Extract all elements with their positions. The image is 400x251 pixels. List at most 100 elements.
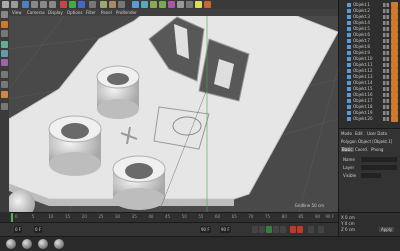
visibility-dots-icon[interactable] (383, 33, 389, 37)
visibility-dots-icon[interactable] (383, 15, 389, 19)
edges-mode-icon[interactable] (1, 50, 8, 57)
material-ball-4[interactable] (54, 239, 64, 249)
timeline-tick: 80 (281, 214, 287, 219)
pen-icon[interactable] (141, 1, 148, 8)
material-tag-icon[interactable] (391, 116, 398, 122)
visibility-dots-icon[interactable] (383, 81, 389, 85)
name-input[interactable] (361, 157, 397, 162)
model-mode-icon[interactable] (1, 21, 8, 28)
menu-cameras[interactable]: Cameras (27, 9, 45, 16)
cylinder-top[interactable] (96, 65, 140, 119)
visibility-dots-icon[interactable] (383, 99, 389, 103)
menu-view[interactable]: View (12, 9, 22, 16)
snap-icon[interactable] (1, 81, 8, 88)
cylinder-left[interactable] (48, 115, 102, 176)
menu-prorender[interactable]: ProRender (116, 9, 137, 16)
menu-filter[interactable]: Filter (86, 9, 96, 16)
visibility-dots-icon[interactable] (383, 57, 389, 61)
visibility-dots-icon[interactable] (383, 87, 389, 91)
menu-panel[interactable]: Panel (101, 9, 112, 16)
rotate-icon[interactable] (49, 1, 56, 8)
record-icon[interactable] (290, 226, 296, 233)
menu-options[interactable]: Options (67, 9, 82, 16)
world-icon[interactable] (89, 1, 96, 8)
z-axis-icon[interactable] (78, 1, 85, 8)
start-frame-field[interactable]: 0 F (14, 226, 23, 233)
polygons-mode-icon[interactable] (1, 59, 8, 66)
polygon-object-icon (347, 15, 351, 19)
visibility-dots-icon[interactable] (383, 63, 389, 67)
timeline-tick: 50 (181, 214, 187, 219)
y-axis-icon[interactable] (69, 1, 76, 8)
coord-x[interactable]: X 0 cm (341, 215, 355, 220)
visibility-dots-icon[interactable] (383, 21, 389, 25)
end-frame-field[interactable]: 90 F (200, 226, 211, 233)
preview-end-field[interactable]: 90 F (220, 226, 231, 233)
cylinder-bottom[interactable] (112, 155, 166, 210)
attr-tab-phong[interactable]: Phong (371, 147, 383, 152)
camera-icon[interactable] (186, 1, 193, 8)
visibility-dots-icon[interactable] (383, 39, 389, 43)
prev-frame-icon[interactable] (259, 226, 265, 233)
play-icon[interactable] (266, 226, 272, 233)
visibility-dots-icon[interactable] (383, 51, 389, 55)
cube-icon[interactable] (132, 1, 139, 8)
visibility-dots-icon[interactable] (383, 75, 389, 79)
undo-icon[interactable] (2, 1, 9, 8)
visibility-dots-icon[interactable] (383, 45, 389, 49)
coord-y[interactable]: Y 0 cm (341, 221, 355, 226)
select-icon[interactable] (22, 1, 29, 8)
subdivision-icon[interactable] (150, 1, 157, 8)
material-ball-2[interactable] (22, 239, 32, 249)
floor-icon[interactable] (177, 1, 184, 8)
lock-icon[interactable] (1, 103, 8, 110)
points-mode-icon[interactable] (1, 41, 8, 48)
visibility-dots-icon[interactable] (383, 117, 389, 121)
object-row[interactable]: Objekt.20 (341, 116, 399, 122)
python-icon[interactable] (204, 1, 211, 8)
render-view-icon[interactable] (100, 1, 107, 8)
motion-icon[interactable] (318, 226, 324, 233)
next-frame-icon[interactable] (273, 226, 279, 233)
polygon-object-icon (347, 27, 351, 31)
deformer-icon[interactable] (168, 1, 175, 8)
coord-z[interactable]: Z 0 cm (341, 227, 355, 232)
scale-icon[interactable] (40, 1, 47, 8)
attr-tab-basic[interactable]: Basic (341, 147, 354, 152)
visibility-dots-icon[interactable] (383, 69, 389, 73)
menu-display[interactable]: Display (48, 9, 63, 16)
visibility-dots-icon[interactable] (383, 9, 389, 13)
attr-tab-edit[interactable]: Edit (355, 131, 363, 136)
visibility-dots-icon[interactable] (383, 105, 389, 109)
attr-tab-userdata[interactable]: User Data (367, 131, 387, 136)
material-ball-1[interactable] (6, 239, 16, 249)
light-icon[interactable] (195, 1, 202, 8)
visibility-dots-icon[interactable] (383, 93, 389, 97)
render-settings-icon[interactable] (118, 1, 125, 8)
x-axis-icon[interactable] (60, 1, 67, 8)
texture-mode-icon[interactable] (1, 30, 8, 37)
viewport-canvas[interactable] (9, 9, 338, 212)
layer-input[interactable] (361, 165, 397, 170)
viewport[interactable]: View Cameras Display Options Filter Pane… (9, 9, 338, 212)
visibility-dots-icon[interactable] (383, 27, 389, 31)
make-editable-icon[interactable] (1, 11, 8, 18)
attr-tab-coord[interactable]: Coord. (355, 147, 368, 152)
redo-icon[interactable] (11, 1, 18, 8)
visibility-dots-icon[interactable] (383, 3, 389, 7)
workplane-icon[interactable] (1, 91, 8, 98)
visible-select[interactable] (361, 173, 381, 178)
material-ball-3[interactable] (38, 239, 48, 249)
array-icon[interactable] (159, 1, 166, 8)
axis-mode-icon[interactable] (1, 71, 8, 78)
render-icon[interactable] (109, 1, 116, 8)
move-icon[interactable] (31, 1, 38, 8)
apply-button[interactable]: Apply (379, 227, 395, 232)
keyframe-icon[interactable] (308, 226, 314, 233)
current-frame-field[interactable]: 0 F (34, 226, 43, 233)
autokey-icon[interactable] (297, 226, 303, 233)
attr-tab-mode[interactable]: Mode (341, 131, 352, 136)
go-start-icon[interactable] (252, 226, 258, 233)
go-end-icon[interactable] (280, 226, 286, 233)
visibility-dots-icon[interactable] (383, 111, 389, 115)
